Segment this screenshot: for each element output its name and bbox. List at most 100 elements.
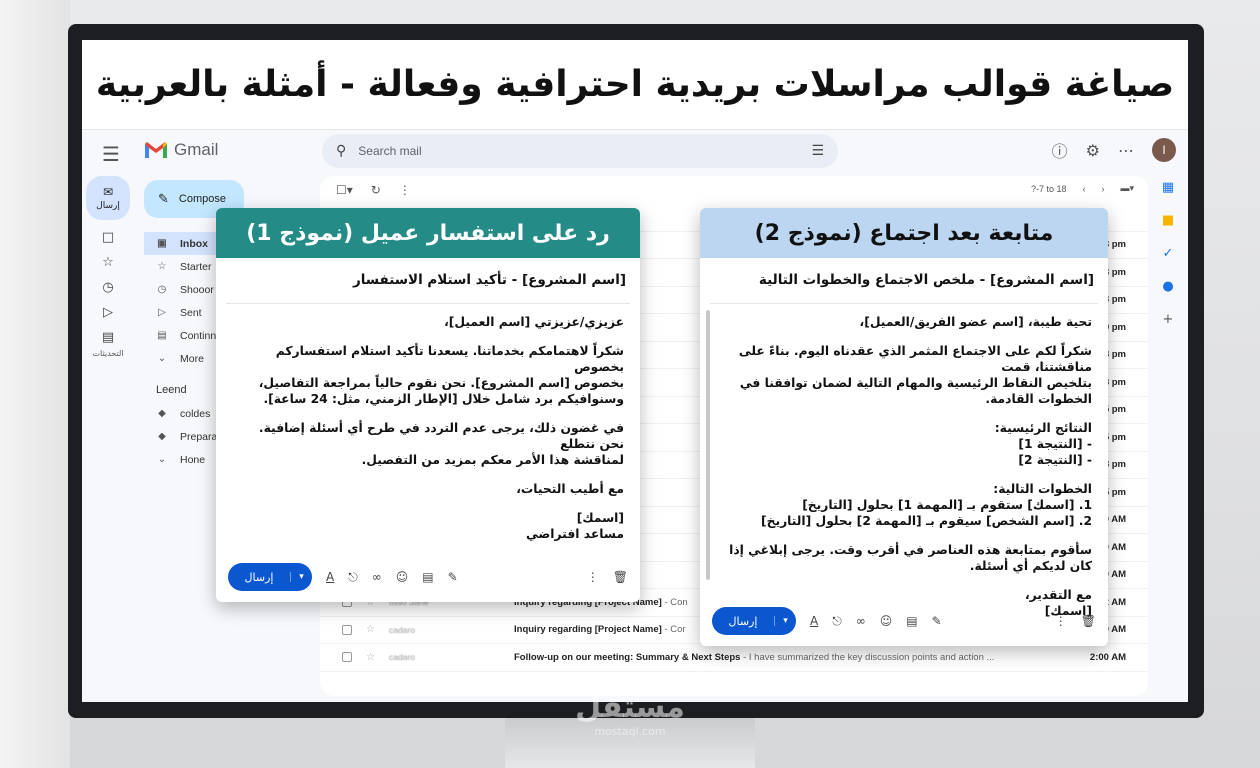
- card-footer: إرسال ▾ A ⎋ ∞ ☺ ▤ ✎ ⋮ 🗑: [712, 606, 1096, 636]
- gmail-m-icon: [144, 141, 168, 159]
- image-icon[interactable]: ▤: [906, 614, 917, 628]
- search-input[interactable]: Search mail: [358, 144, 799, 158]
- nav-item-label: Shooor: [180, 283, 214, 296]
- card-title: رد على استفسار عميل (نموذج 1): [216, 208, 640, 258]
- refresh-icon[interactable]: ↻: [371, 183, 381, 197]
- keep-icon[interactable]: ■: [1156, 213, 1180, 228]
- row-checkbox[interactable]: [342, 652, 352, 663]
- trash-icon[interactable]: 🗑: [1081, 614, 1096, 628]
- right-rail: ▦ ■ ✓ ● +: [1156, 180, 1180, 345]
- card-body[interactable]: تحية طيبة، [اسم عضو الفريق/العميل]، شكرا…: [700, 304, 1108, 619]
- send-icon: ▷: [158, 307, 166, 318]
- menu-icon[interactable]: ☰: [102, 142, 120, 166]
- row-subject: Follow-up on our meeting: Summary & Next…: [514, 651, 741, 663]
- row-checkbox[interactable]: [342, 624, 352, 635]
- send-options-icon[interactable]: ▾: [290, 572, 312, 582]
- input-tools-icon[interactable]: ▬▾: [1120, 183, 1134, 194]
- spaces-icon[interactable]: ☆: [86, 255, 130, 270]
- trash-icon[interactable]: 🗑: [613, 570, 628, 584]
- nav-item-label: More: [180, 352, 204, 365]
- chat-icon[interactable]: □: [86, 230, 130, 245]
- send-label: إرسال: [244, 570, 274, 584]
- draft-icon: ▤: [157, 330, 167, 341]
- body-paragraph: تحية طيبة، [اسم عضو الفريق/العميل]،: [859, 315, 1092, 329]
- tasks-icon[interactable]: ✓: [1156, 246, 1180, 261]
- nav-item-label: Sent: [180, 306, 202, 319]
- emoji-icon[interactable]: ☺: [880, 614, 893, 628]
- search-bar[interactable]: ⚲ Search mail ☰: [322, 134, 838, 168]
- gear-icon[interactable]: ⚙: [1086, 141, 1100, 160]
- select-all-checkbox[interactable]: ☐▾: [336, 183, 353, 197]
- body-paragraph: شكراً لكم على الاجتماع المثمر الذي عقدنا…: [738, 344, 1092, 406]
- gmail-logo[interactable]: Gmail: [144, 140, 218, 160]
- avatar[interactable]: I: [1152, 138, 1176, 162]
- body-paragraph: سأقوم بمتابعة هذه العناصر في أقرب وقت. ي…: [729, 543, 1092, 573]
- prev-page-icon[interactable]: ‹: [1082, 184, 1085, 194]
- card-subject[interactable]: [اسم المشروع] - تأكيد استلام الاستفسار: [226, 258, 630, 304]
- link-icon[interactable]: ∞: [372, 570, 382, 584]
- card-title: متابعة بعد اجتماع (نموذج 2): [700, 208, 1108, 258]
- pager: ?-7 to 18 ‹ › ▬▾: [1031, 183, 1134, 194]
- screen: صياغة قوالب مراسلات بريدية احترافية وفعا…: [82, 40, 1188, 702]
- attach-icon[interactable]: ⎋: [832, 614, 842, 629]
- star-icon[interactable]: ☆: [366, 652, 375, 663]
- add-addon-icon[interactable]: +: [1156, 312, 1180, 327]
- formatting-icon[interactable]: A: [810, 614, 818, 628]
- background-wall: [0, 0, 70, 768]
- image-icon[interactable]: ▤: [422, 570, 433, 584]
- more-options-icon[interactable]: ⋮: [1055, 614, 1067, 628]
- compose-card-meeting-followup: متابعة بعد اجتماع (نموذج 2) [اسم المشروع…: [700, 208, 1108, 646]
- rail-mail-label: إرسال: [96, 201, 120, 211]
- more-options-icon[interactable]: ⋮: [587, 570, 599, 584]
- row-snippet: - I have summarized the key discussion p…: [743, 651, 995, 663]
- send-button[interactable]: إرسال ▾: [228, 563, 312, 591]
- left-rail: ✉ إرسال □ ☆ ◷ ▷ ▤ التحديثات: [86, 176, 134, 358]
- formatting-icon[interactable]: A: [326, 570, 334, 584]
- send-options-icon[interactable]: ▾: [774, 616, 796, 626]
- card-body[interactable]: عزيزي/عزيزتي [اسم العميل]، شكراً لاهتمام…: [216, 304, 640, 542]
- rail-mail-button[interactable]: ✉ إرسال: [86, 176, 130, 220]
- next-page-icon[interactable]: ›: [1101, 184, 1104, 194]
- label-item-text: Hone: [180, 453, 206, 466]
- help-icon[interactable]: ⓘ: [1052, 138, 1068, 162]
- search-icon[interactable]: ⚲: [336, 143, 346, 159]
- watermark-text: مستقل: [575, 690, 685, 725]
- card-subject[interactable]: [اسم المشروع] - ملخص الاجتماع والخطوات ا…: [710, 258, 1098, 304]
- row-sender: cadaro: [388, 624, 415, 635]
- apps-grid-icon[interactable]: ⋯: [1118, 141, 1134, 160]
- label-item-text: coldes: [180, 407, 211, 420]
- more-vert-icon[interactable]: ⋮: [399, 183, 411, 197]
- link-icon[interactable]: ∞: [856, 614, 866, 628]
- nav-item-label: Starter: [180, 260, 212, 273]
- attach-icon[interactable]: ⎋: [348, 570, 358, 585]
- send-icon[interactable]: ▷: [86, 305, 130, 320]
- row-sender: cadaro: [388, 652, 415, 663]
- body-paragraph: الخطوات التالية: 1. [اسمك] ستقوم بـ [الم…: [760, 482, 1092, 528]
- headline-banner: صياغة قوالب مراسلات بريدية احترافية وفعا…: [82, 40, 1188, 130]
- headline-title: صياغة قوالب مراسلات بريدية احترافية وفعا…: [95, 64, 1175, 105]
- star-icon[interactable]: ☆: [366, 624, 375, 635]
- filter-options-icon[interactable]: ☰: [811, 143, 824, 159]
- watermark-logo: مستقل mostaql.com: [555, 690, 705, 738]
- document-icon[interactable]: ▤: [86, 330, 130, 345]
- clock-icon[interactable]: ◷: [86, 280, 130, 295]
- send-button[interactable]: إرسال ▾: [712, 607, 796, 635]
- row-snippet: - Cor: [664, 624, 686, 636]
- rail-more-label: التحديثات: [92, 349, 124, 358]
- signature-icon[interactable]: ✎: [448, 570, 458, 584]
- compose-label: Compose: [178, 193, 226, 205]
- nav-item-label: Continn: [180, 329, 217, 342]
- send-label: إرسال: [728, 614, 758, 628]
- watermark-url: mostaql.com: [594, 725, 666, 738]
- gmail-wordmark: Gmail: [174, 140, 219, 159]
- row-time: 2:00 AM: [1089, 651, 1126, 663]
- pencil-icon: ✎: [158, 191, 169, 207]
- emoji-icon[interactable]: ☺: [396, 570, 409, 584]
- body-paragraph: مع أطيب التحيات،: [516, 482, 624, 496]
- scrollbar[interactable]: [706, 310, 710, 580]
- table-row[interactable]: ☆ cadaro Follow-up on our meeting: Summary…: [320, 644, 1148, 672]
- contacts-icon[interactable]: ●: [1156, 279, 1180, 294]
- calendar-icon[interactable]: ▦: [1156, 180, 1180, 195]
- signature-icon[interactable]: ✎: [932, 614, 942, 628]
- clock-icon: ◷: [157, 284, 167, 295]
